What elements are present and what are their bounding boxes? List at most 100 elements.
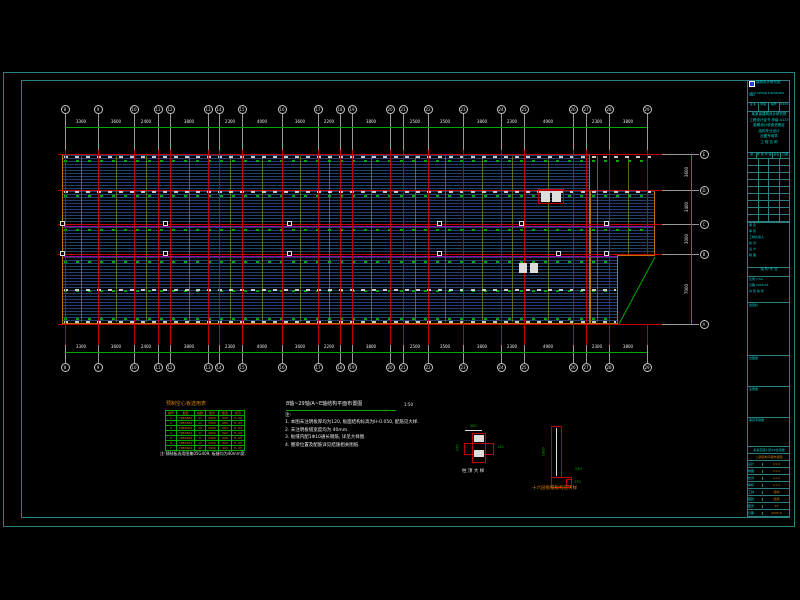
infill-line-vertical xyxy=(300,156,301,322)
title-block-section: 版修 改 内 容签名日期 xyxy=(748,153,790,223)
slab-table-cell: H-.05 xyxy=(232,431,244,435)
dim-label-bottom: 2200 xyxy=(324,345,334,349)
rev-header-cell: 修 改 内 容 xyxy=(757,153,773,158)
rebar-tick-row xyxy=(64,160,652,162)
opening-mark xyxy=(552,191,561,202)
infill-line-vertical xyxy=(371,156,372,322)
title-block-section: 会签栏 xyxy=(748,303,790,356)
dim-label-bottom: 2300 xyxy=(225,345,235,349)
dim-label-top: 3800 xyxy=(477,120,487,124)
column-mark xyxy=(519,221,524,226)
rev-row xyxy=(748,215,790,222)
extension-line-top xyxy=(428,114,429,154)
rev-header-cell: 签名 xyxy=(773,153,782,158)
extension-line-top xyxy=(390,114,391,154)
slab-table-cell: 600 xyxy=(219,446,231,450)
infill-line-vertical xyxy=(597,156,598,322)
grid-bubble-top: 12 xyxy=(166,105,175,114)
slab-table-cell: H-.05 xyxy=(232,416,244,420)
extension-line-top xyxy=(158,114,159,154)
grid-bubble-top: 13 xyxy=(204,105,213,114)
top-dimension-line xyxy=(65,127,647,128)
rev-cell xyxy=(748,208,759,214)
project-row: 校对××× xyxy=(748,475,790,482)
grid-bubble-top: 15 xyxy=(238,105,247,114)
column-mark xyxy=(163,221,168,226)
rev-cell xyxy=(748,166,759,172)
extension-line-top xyxy=(340,114,341,154)
logo-icon xyxy=(749,81,755,87)
rev-cell xyxy=(759,215,770,221)
plan-title-underline xyxy=(286,410,396,411)
slab-table-cell: H-.05 xyxy=(232,426,244,430)
dim-label-bottom: 3600 xyxy=(295,345,305,349)
infill-line-vertical xyxy=(230,156,231,322)
rev-cell xyxy=(759,201,770,207)
slab-table-cell: 600 xyxy=(219,431,231,435)
grid-line-vertical xyxy=(403,150,404,345)
dim-label-bottom: 2300 xyxy=(592,345,602,349)
dim-label-top: 2200 xyxy=(324,120,334,124)
grid-bubble-right: A xyxy=(700,320,709,329)
bottom-dimension-line xyxy=(65,352,647,353)
title-block-section: 结 构 专 业 xyxy=(748,268,790,277)
infill-line-vertical xyxy=(445,156,446,322)
logo-text: 建筑设计研究院 xyxy=(756,81,781,85)
institute-line: 工 程 名 称 xyxy=(748,141,790,145)
rev-cell xyxy=(780,166,791,172)
cert-cell: 证书 xyxy=(748,103,759,111)
grid-line-vertical xyxy=(524,150,525,345)
dim-label-right: 7000 xyxy=(685,284,689,294)
slab-table-cell: 板型 xyxy=(177,411,194,415)
grid-line-vertical xyxy=(134,150,135,345)
slab-table-cell: 600 xyxy=(219,421,231,425)
grid-bubble-top: 16 xyxy=(278,105,287,114)
grid-line-vertical xyxy=(428,150,429,345)
slab-table-cell: 10 xyxy=(195,426,205,430)
project-row: 图别结施 xyxy=(748,496,790,503)
grid-bubble-right: B xyxy=(700,250,709,259)
project-row: 工种结构 xyxy=(748,489,790,496)
slab-table-cell: 12 xyxy=(195,441,205,445)
grid-bubble-top: 18 xyxy=(336,105,345,114)
title-block-section: 出图章 xyxy=(748,356,790,387)
project-row: 制图××× xyxy=(748,468,790,475)
dim-label-bottom: 2500 xyxy=(410,345,420,349)
slab-table-cell: 22 xyxy=(195,446,205,450)
extension-line-top xyxy=(352,114,353,154)
grid-bubble-bottom: 17 xyxy=(314,363,323,372)
grid-line-vertical xyxy=(219,150,220,345)
rev-cell xyxy=(769,173,780,179)
extension-line-right xyxy=(657,154,699,155)
rev-cell xyxy=(759,166,770,172)
rev-cell xyxy=(748,194,759,200)
rev-cell xyxy=(769,215,780,221)
grid-bubble-bottom: 26 xyxy=(569,363,578,372)
rev-cell xyxy=(748,187,759,193)
rev-cell xyxy=(759,208,770,214)
title-block-section: 注册章 xyxy=(748,387,790,418)
grid-bubble-bottom: 11 xyxy=(154,363,163,372)
rev-cell xyxy=(748,180,759,186)
section-label: 审定专用章 xyxy=(749,419,764,422)
column-mark xyxy=(556,251,561,256)
rev-cell xyxy=(759,187,770,193)
rev-cell xyxy=(748,173,759,179)
extension-line-top xyxy=(463,114,464,154)
project-row: 图号15 xyxy=(748,503,790,510)
grid-bubble-bottom: 15 xyxy=(238,363,247,372)
dim-label-top: 3800 xyxy=(184,120,194,124)
grid-bubble-bottom: 20 xyxy=(386,363,395,372)
extension-line-right xyxy=(657,324,699,325)
rev-cell xyxy=(780,208,791,214)
grid-bubble-bottom: 28 xyxy=(605,363,614,372)
cad-canvas[interactable]: 预制空心板选用表 编号板型块数板长板宽标高1YKB3662113600600H-… xyxy=(0,0,800,600)
grid-bubble-top: 8 xyxy=(61,105,70,114)
infill-line-vertical xyxy=(482,156,483,322)
note-item: 3. 板缝内配1Φ10通长钢筋, 详见大样图. xyxy=(285,436,366,441)
section-label: 出图章 xyxy=(749,357,758,360)
dim-label-top: 4000 xyxy=(257,120,267,124)
detail-a-dim-left: 240 xyxy=(457,444,461,451)
grid-line-vertical xyxy=(98,150,99,345)
slab-table-cell: 3300 xyxy=(206,421,218,425)
